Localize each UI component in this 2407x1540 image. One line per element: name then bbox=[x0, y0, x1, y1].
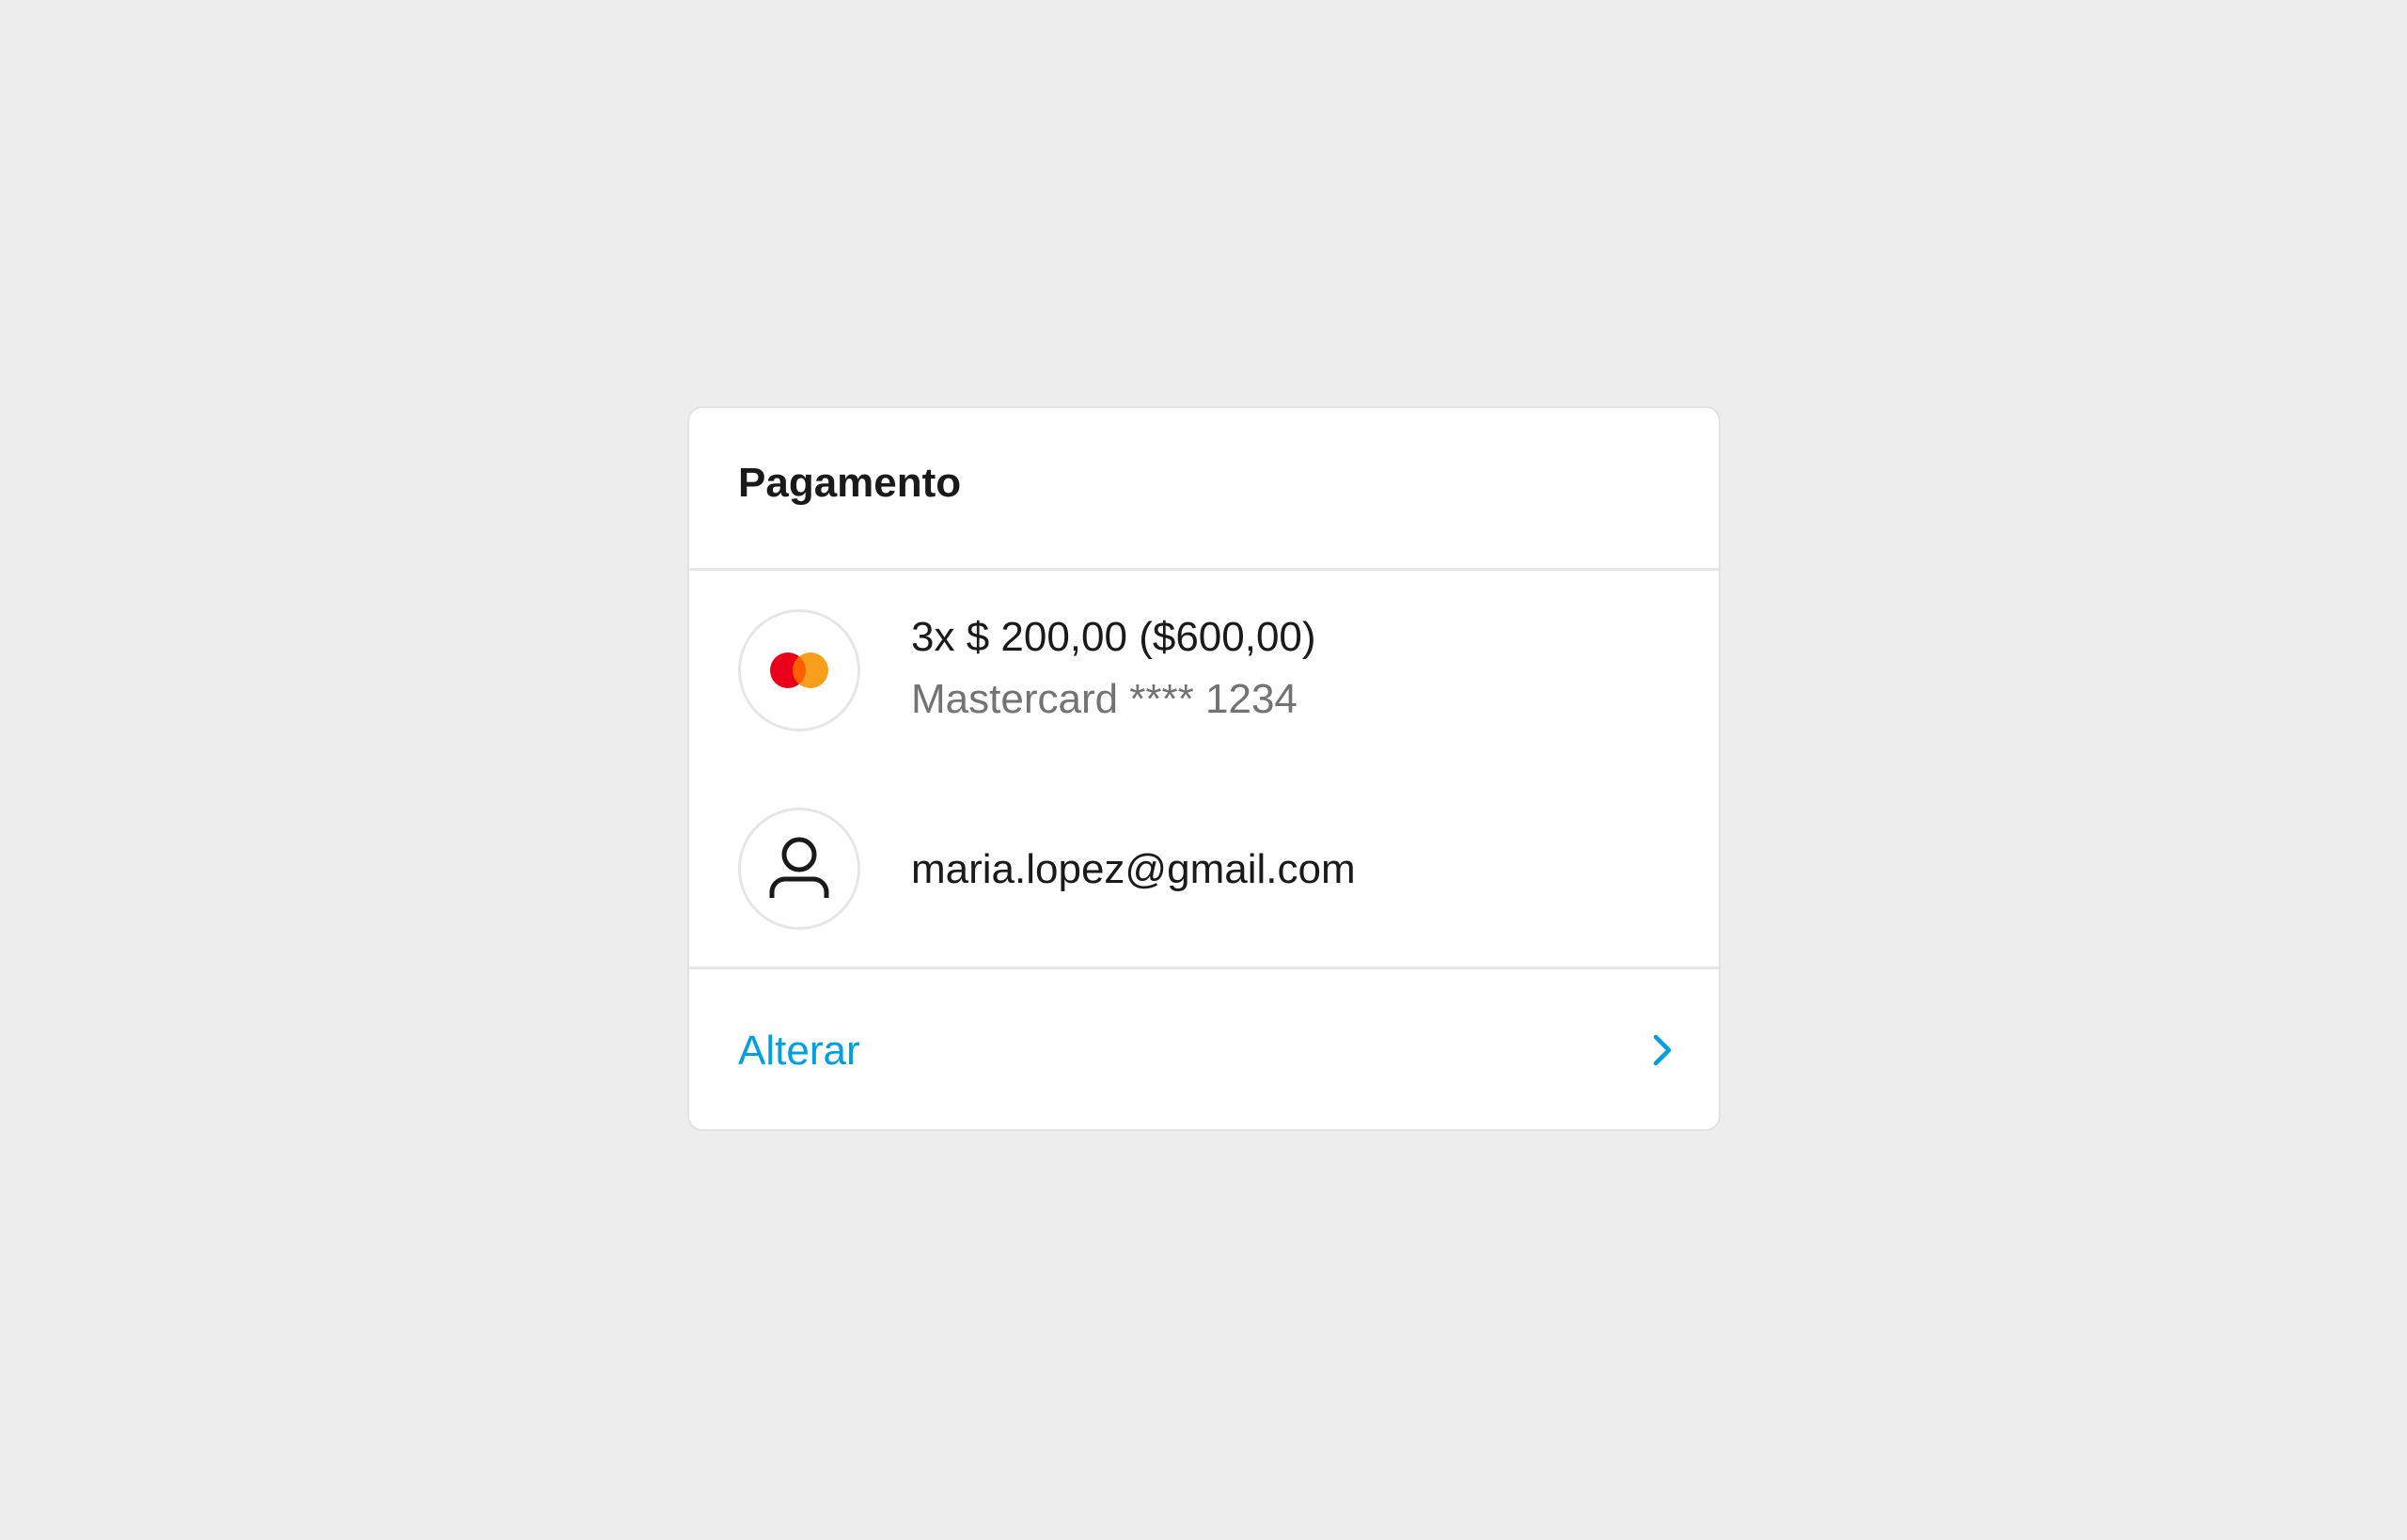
installment-amount: 3x $ 200,00 ($600,00) bbox=[911, 614, 1316, 660]
user-icon bbox=[769, 837, 829, 898]
payment-method-row: 3x $ 200,00 ($600,00) Mastercard **** 12… bbox=[738, 609, 1670, 731]
card-body: 3x $ 200,00 ($600,00) Mastercard **** 12… bbox=[689, 571, 1719, 969]
change-payment-row[interactable]: Alterar bbox=[689, 969, 1719, 1129]
account-email: maria.lopez@gmail.com bbox=[911, 846, 1356, 892]
card-title: Pagamento bbox=[738, 460, 962, 506]
card-header: Pagamento bbox=[689, 408, 1719, 571]
chevron-right-icon[interactable] bbox=[1649, 1031, 1675, 1069]
payment-card: Pagamento 3x $ 200,00 ($600,00) Masterca… bbox=[687, 406, 1721, 1131]
card-number: Mastercard **** 1234 bbox=[911, 676, 1298, 722]
account-row: maria.lopez@gmail.com bbox=[738, 808, 1670, 930]
user-icon-container bbox=[738, 808, 860, 930]
mastercard-icon bbox=[770, 652, 828, 688]
mastercard-icon-container bbox=[738, 609, 860, 731]
change-link[interactable]: Alterar bbox=[738, 1030, 860, 1072]
